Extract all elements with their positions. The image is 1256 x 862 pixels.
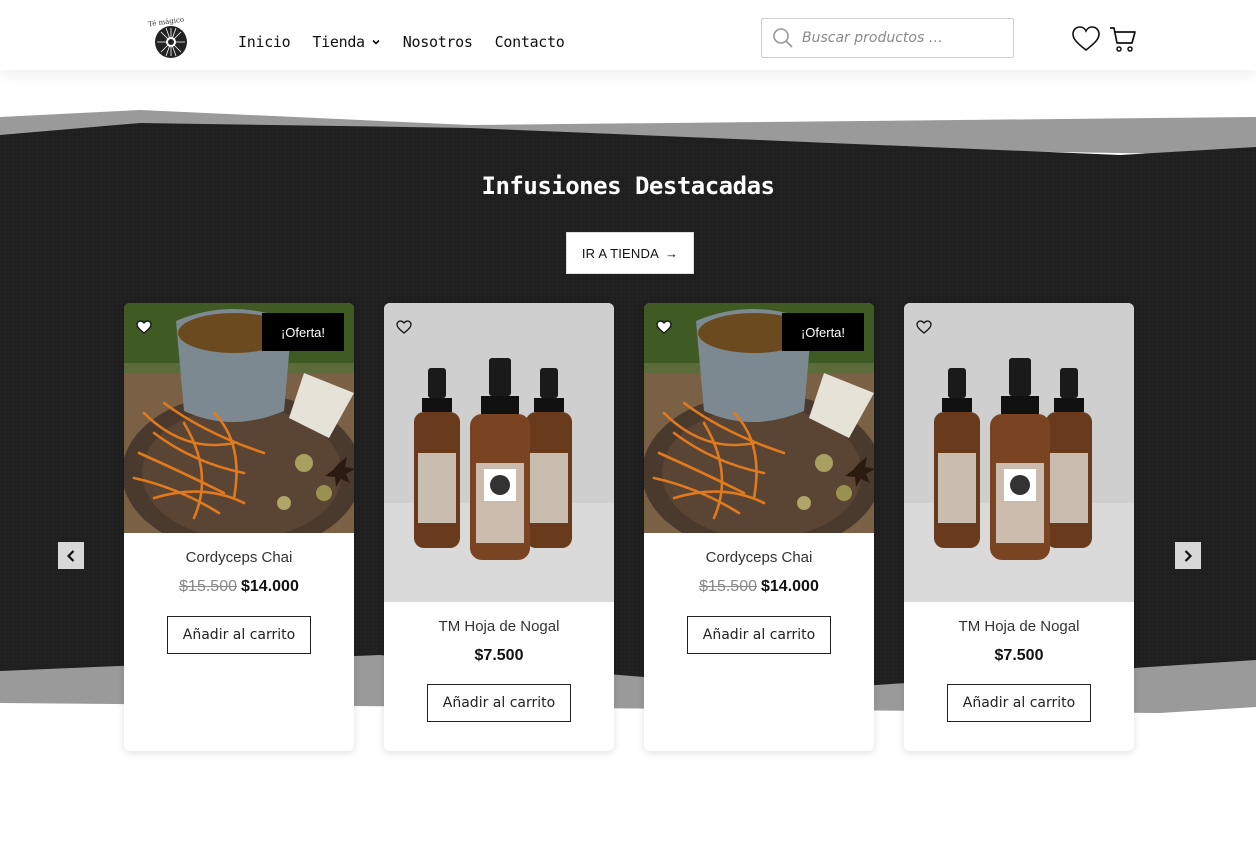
price: $7.500	[994, 647, 1044, 664]
search-input[interactable]	[802, 30, 1002, 46]
add-to-cart-button[interactable]: Añadir al carrito	[947, 684, 1091, 722]
nav-inicio-label: Inicio	[238, 33, 291, 51]
old-price: $15.500	[179, 578, 237, 595]
chevron-down-icon	[372, 39, 380, 45]
product-card: TM Hoja de Nogal $7.500 Añadir al carrit…	[904, 303, 1134, 751]
nav-contacto-label: Contacto	[494, 33, 565, 51]
chevron-right-icon	[1184, 549, 1193, 562]
product-card: TM Hoja de Nogal $7.500 Añadir al carrit…	[384, 303, 614, 751]
search-icon[interactable]	[772, 27, 794, 49]
product-price: $15.500 $14.000	[124, 578, 354, 596]
product-name[interactable]: TM Hoja de Nogal	[384, 618, 614, 635]
nav-tienda[interactable]: Tienda	[312, 33, 380, 51]
sale-price: $14.000	[241, 578, 299, 595]
product-image-bottles[interactable]	[384, 303, 614, 602]
add-to-cart-button[interactable]: Añadir al carrito	[687, 616, 831, 654]
product-card: ¡Oferta! Cordyceps Chai $15.500 $14.000 A…	[644, 303, 874, 751]
old-price: $15.500	[699, 578, 757, 595]
nav-tienda-label: Tienda	[312, 33, 365, 51]
nav-nosotros-label: Nosotros	[402, 33, 473, 51]
site-header: Té mágico Inicio Tienda Nosotros Contact…	[0, 0, 1256, 70]
product-name[interactable]: TM Hoja de Nogal	[904, 618, 1134, 635]
wishlist-heart-icon[interactable]	[916, 319, 932, 335]
product-card: ¡Oferta! Cordyceps Chai $15.500 $14.000 A…	[124, 303, 354, 751]
arrow-right-icon: →	[664, 245, 679, 261]
product-price: $15.500 $14.000	[644, 578, 874, 596]
add-to-cart-button[interactable]: Añadir al carrito	[427, 684, 571, 722]
sale-badge: ¡Oferta!	[262, 313, 344, 351]
chevron-left-icon	[66, 549, 75, 562]
sale-price: $14.000	[761, 578, 819, 595]
cart-icon[interactable]	[1108, 24, 1138, 54]
price: $7.500	[474, 647, 524, 664]
go-to-shop-label: IR A TIENDA	[581, 245, 659, 261]
nav-inicio[interactable]: Inicio	[238, 33, 291, 51]
nav-nosotros[interactable]: Nosotros	[403, 33, 473, 51]
product-search	[761, 18, 1014, 58]
product-name[interactable]: Cordyceps Chai	[124, 549, 354, 566]
add-to-cart-button[interactable]: Añadir al carrito	[167, 616, 311, 654]
heart-icon[interactable]	[1071, 24, 1101, 54]
nav-contacto[interactable]: Contacto	[495, 33, 565, 51]
logo[interactable]: Té mágico	[146, 14, 198, 60]
main-nav: Inicio Tienda Nosotros Contacto	[238, 33, 587, 51]
product-name[interactable]: Cordyceps Chai	[644, 549, 874, 566]
carousel-prev-button[interactable]	[58, 542, 84, 569]
product-price: $7.500	[904, 647, 1134, 665]
product-image-bottles[interactable]	[904, 303, 1134, 602]
svg-text:Té mágico: Té mágico	[148, 16, 185, 29]
sale-badge: ¡Oferta!	[782, 313, 864, 351]
carousel-next-button[interactable]	[1175, 542, 1201, 569]
wishlist-heart-icon[interactable]	[656, 319, 672, 335]
go-to-shop-button[interactable]: IR A TIENDA →	[566, 232, 694, 274]
wishlist-heart-icon[interactable]	[136, 319, 152, 335]
product-price: $7.500	[384, 647, 614, 665]
wishlist-heart-icon[interactable]	[396, 319, 412, 335]
section-title: Infusiones Destacadas	[481, 172, 775, 200]
